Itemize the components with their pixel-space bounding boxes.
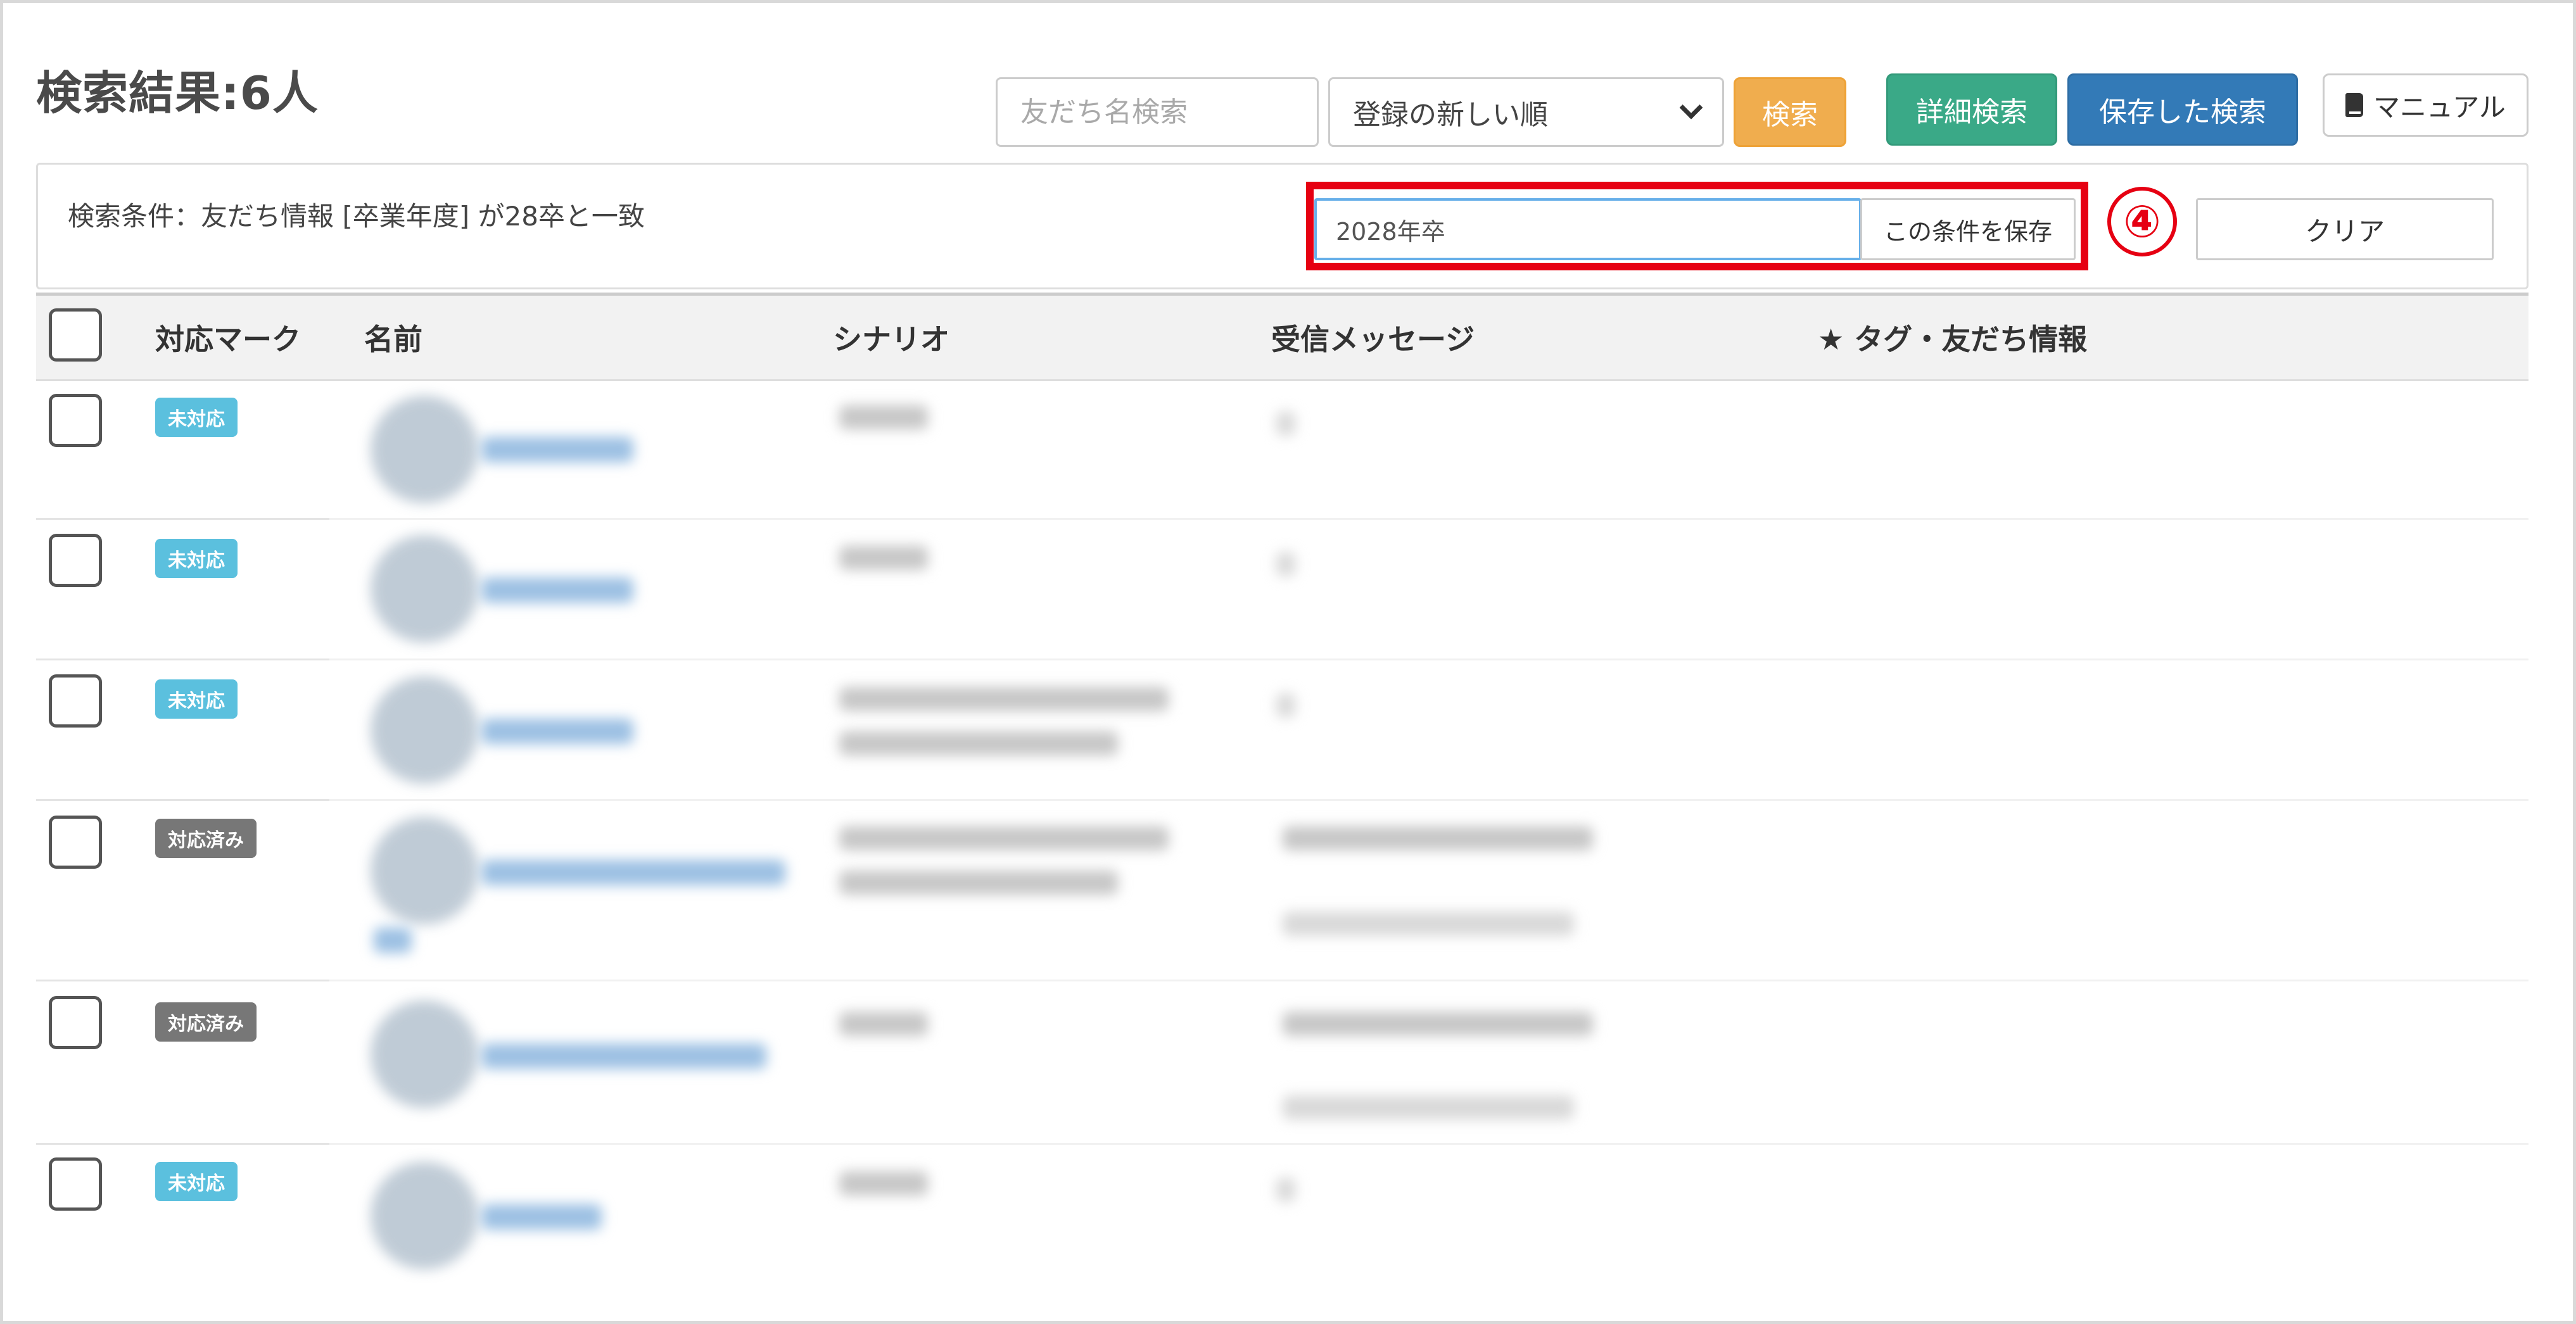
scenario-text [839, 871, 1118, 895]
avatar[interactable] [371, 817, 478, 924]
manual-button-label: マニュアル [2373, 91, 2506, 123]
row-checkbox[interactable] [49, 996, 102, 1049]
row-divider [329, 1143, 2528, 1145]
friend-name-search-input[interactable] [996, 77, 1319, 147]
scenario-text [839, 546, 928, 570]
friend-name-link[interactable] [374, 928, 412, 953]
received-message-date [1283, 1095, 1574, 1119]
status-badge[interactable]: 対応済み [155, 1002, 257, 1042]
page-title: 検索結果:6人 [36, 66, 319, 120]
received-message-text [1276, 552, 1295, 576]
row-divider [36, 1143, 331, 1145]
scenario-text [839, 1012, 928, 1036]
scenario-text [839, 731, 1118, 755]
avatar[interactable] [371, 396, 478, 503]
column-header-status: 対応マーク [155, 322, 301, 356]
received-message-date [1283, 912, 1574, 936]
status-badge[interactable]: 未対応 [155, 539, 238, 578]
avatar[interactable] [371, 535, 478, 643]
friend-name-link[interactable] [481, 719, 633, 744]
detail-search-button[interactable]: 詳細検索 [1886, 73, 2057, 146]
annotation-step-number: ④ [2107, 187, 2177, 256]
status-badge[interactable]: 未対応 [155, 679, 238, 719]
scenario-text [839, 687, 1169, 711]
row-checkbox[interactable] [49, 394, 102, 447]
row-divider [36, 518, 331, 520]
scenario-text [839, 405, 928, 429]
sort-order-select[interactable]: 登録の新しい順 [1328, 77, 1724, 147]
search-button[interactable]: 検索 [1734, 77, 1846, 147]
column-header-received-message: 受信メッセージ [1271, 322, 1475, 356]
row-checkbox[interactable] [49, 816, 102, 869]
friend-name-link[interactable] [481, 1204, 602, 1230]
row-checkbox[interactable] [49, 534, 102, 587]
received-message-text [1276, 412, 1295, 436]
sort-order-value: 登録の新しい順 [1353, 99, 1548, 131]
chevron-down-icon [1679, 96, 1703, 120]
row-divider [329, 518, 2528, 520]
row-divider [36, 799, 331, 801]
avatar[interactable] [371, 1162, 478, 1270]
column-header-tags-friend-info: ★ タグ・友だち情報 [1818, 322, 2088, 356]
row-checkbox[interactable] [49, 1157, 102, 1211]
avatar[interactable] [371, 676, 478, 784]
status-badge[interactable]: 未対応 [155, 1162, 238, 1201]
friend-name-link[interactable] [481, 1043, 766, 1069]
column-header-name: 名前 [364, 322, 422, 356]
manual-button[interactable]: マニュアル [2323, 73, 2528, 137]
status-badge[interactable]: 対応済み [155, 819, 257, 858]
friend-name-link[interactable] [481, 577, 633, 603]
select-all-checkbox[interactable] [49, 308, 102, 362]
row-divider [329, 659, 2528, 660]
friend-name-link[interactable] [481, 860, 785, 885]
row-divider [36, 659, 331, 660]
row-divider [329, 980, 2528, 981]
friend-name-link[interactable] [481, 437, 633, 462]
book-icon [2345, 93, 2364, 117]
avatar[interactable] [371, 1000, 478, 1108]
search-condition-text: 検索条件：友だち情報 [卒業年度] が28卒と一致 [68, 201, 645, 232]
received-message-text [1276, 693, 1295, 717]
row-divider [329, 799, 2528, 801]
received-message-text [1283, 826, 1593, 850]
row-divider [36, 980, 331, 981]
column-header-scenario: シナリオ [833, 322, 949, 356]
received-message-text [1283, 1012, 1593, 1036]
clear-button[interactable]: クリア [2196, 198, 2494, 260]
annotation-highlight-box [1306, 182, 2088, 270]
received-message-text [1276, 1178, 1295, 1202]
scenario-text [839, 826, 1169, 850]
scenario-text [839, 1171, 928, 1195]
saved-search-button[interactable]: 保存した検索 [2067, 73, 2298, 146]
row-checkbox[interactable] [49, 674, 102, 728]
status-badge[interactable]: 未対応 [155, 398, 238, 437]
